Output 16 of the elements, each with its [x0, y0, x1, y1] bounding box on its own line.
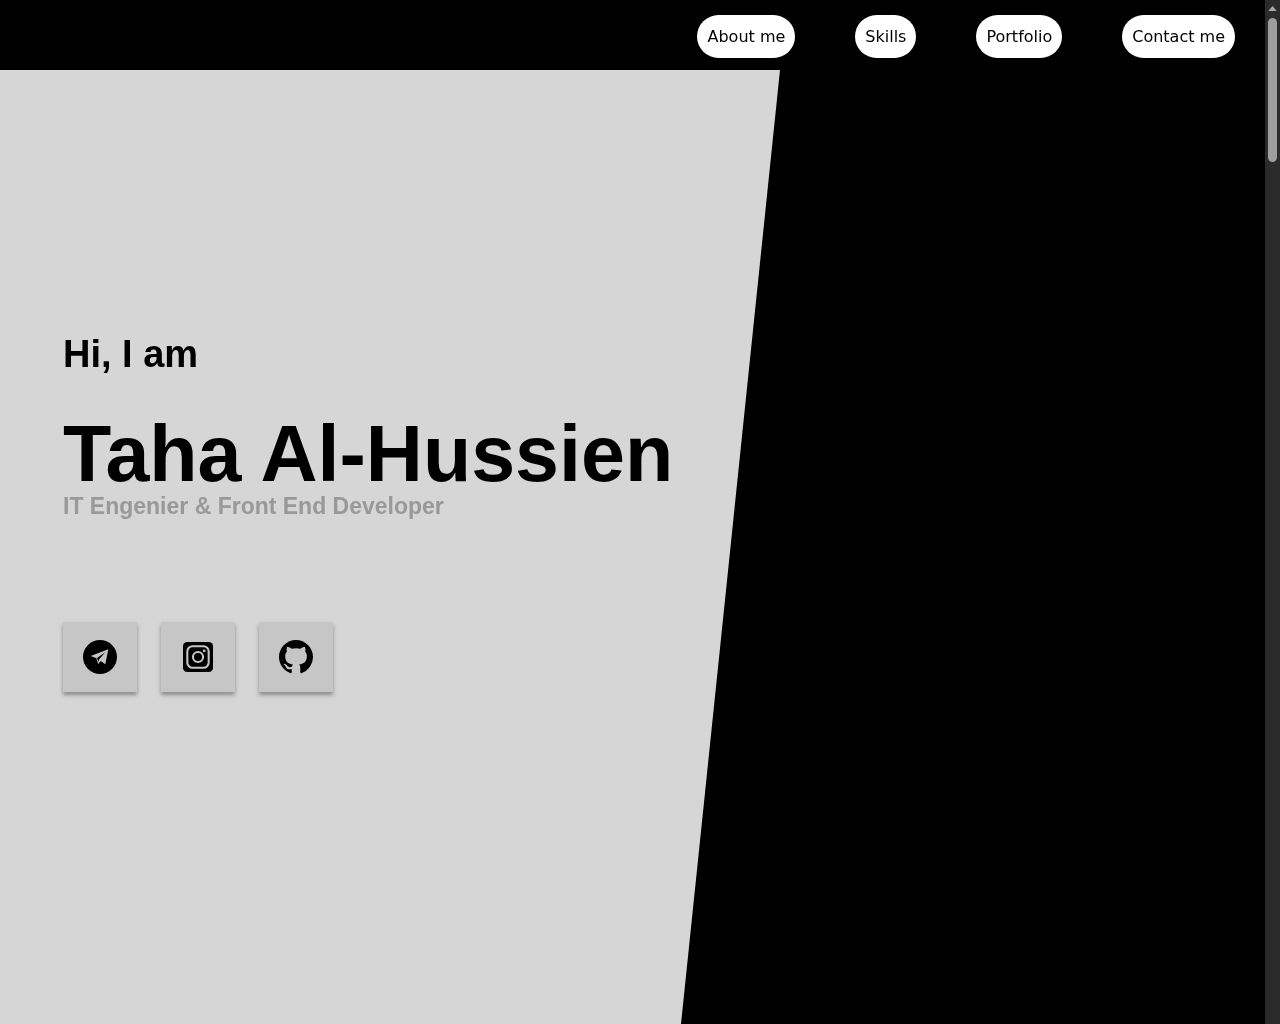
- octocat-icon: [279, 640, 313, 674]
- paper-plane-icon: [83, 640, 117, 674]
- name-heading: Taha Al-Hussien: [63, 414, 674, 493]
- social-link-button[interactable]: [161, 622, 235, 692]
- scroll-up-arrow-icon[interactable]: [1268, 6, 1277, 11]
- nav-button[interactable]: Skills: [855, 14, 917, 58]
- nav-button[interactable]: Contact me: [1122, 14, 1235, 58]
- nav-button[interactable]: About me: [697, 14, 796, 58]
- scrollbar-track[interactable]: [1265, 0, 1280, 1024]
- subtitle-text: IT Engenier & Front End Developer: [63, 495, 444, 518]
- scrollbar-thumb[interactable]: [1268, 18, 1277, 162]
- social-link-button[interactable]: [63, 622, 137, 692]
- nav-button[interactable]: Portfolio: [976, 14, 1063, 58]
- greeting-text: Hi, I am: [63, 335, 199, 373]
- camera-icon: [183, 642, 213, 672]
- social-link-button[interactable]: [259, 622, 333, 692]
